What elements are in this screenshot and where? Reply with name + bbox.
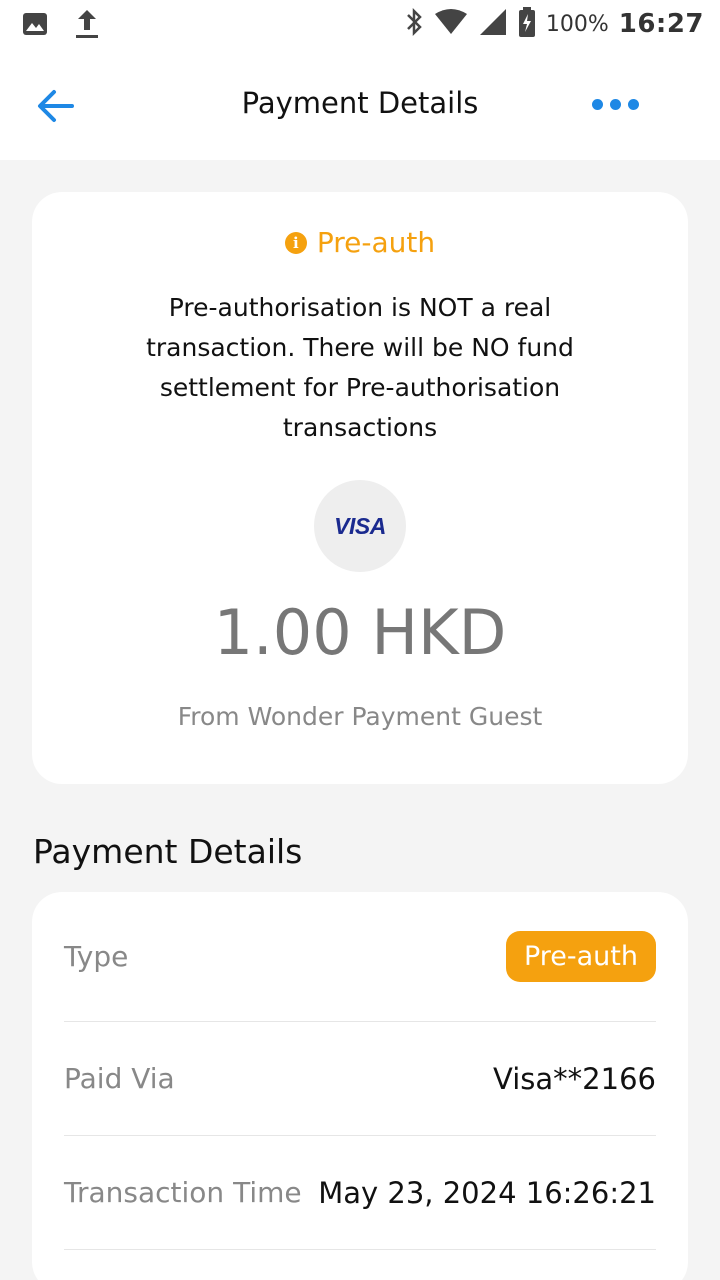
detail-value: Visa**2166 [493, 1061, 656, 1096]
detail-row-type: Type Pre-auth [64, 892, 656, 1022]
image-icon [22, 11, 48, 41]
card-brand-logo: VISA [314, 480, 406, 572]
details-section-title: Payment Details [33, 832, 303, 871]
bluetooth-icon [404, 7, 424, 41]
signal-icon [478, 7, 508, 41]
detail-label: Transaction Time [64, 1176, 302, 1209]
upload-icon [74, 8, 100, 44]
battery-percent: 100% [545, 11, 609, 37]
info-icon: i [284, 231, 307, 254]
wifi-icon [434, 8, 468, 40]
payer-prefix: From [177, 702, 240, 731]
preauth-badge: i Pre-auth [32, 226, 688, 259]
detail-row-paid-via: Paid Via Visa**2166 [64, 1022, 656, 1136]
detail-label: Paid Via [64, 1062, 175, 1095]
payer-line: From Wonder Payment Guest [32, 702, 688, 731]
clock: 16:27 [618, 9, 704, 39]
more-dots-icon[interactable] [592, 92, 648, 116]
visa-logo: VISA [334, 512, 386, 539]
detail-label: Type [64, 940, 129, 973]
preauth-notice: Pre-authorisation is NOT a real transact… [146, 293, 574, 442]
payment-summary-card: i Pre-auth Pre-authorisation is NOT a re… [32, 192, 688, 784]
detail-row-transaction-time: Transaction Time May 23, 2024 16:26:21 [64, 1136, 656, 1250]
preauth-label: Pre-auth [316, 226, 436, 259]
payment-amount: 1.00 HKD [213, 596, 507, 669]
type-badge: Pre-auth [505, 931, 656, 982]
app-bar: Payment Details [0, 56, 720, 160]
status-bar: 100% 16:27 [0, 0, 720, 56]
details-card: Type Pre-auth Paid Via Visa**2166 Transa… [32, 892, 688, 1280]
detail-value: May 23, 2024 16:26:21 [318, 1175, 656, 1210]
payer-name: Wonder Payment Guest [247, 702, 543, 731]
battery-icon [518, 6, 536, 42]
